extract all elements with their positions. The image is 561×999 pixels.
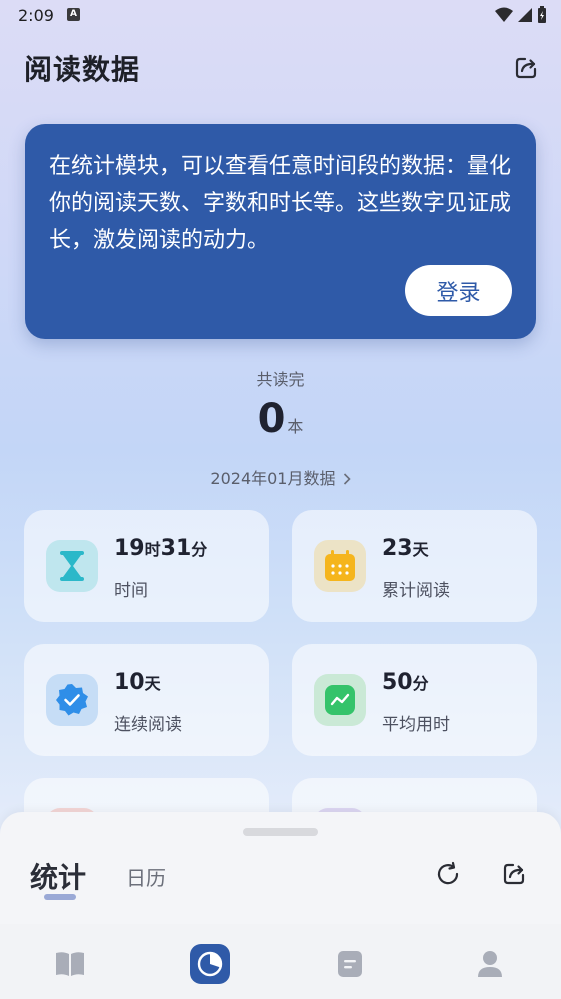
promo-card: 在统计模块，可以查看任意时间段的数据：量化你的阅读天数、字数和时长等。这些数字见… <box>25 124 536 339</box>
login-button[interactable]: 登录 <box>405 265 512 316</box>
stat-consecutive-label: 连续阅读 <box>114 715 182 735</box>
tab-calendar[interactable]: 日历 <box>126 862 166 891</box>
hourglass-icon-wrap <box>46 540 98 592</box>
book-icon <box>56 952 84 976</box>
trend-icon <box>325 685 355 715</box>
stats-pie-icon <box>190 944 230 984</box>
notification-a-icon: A <box>67 8 80 21</box>
note-icon <box>338 951 362 977</box>
stat-cumulative-label: 累计阅读 <box>382 581 450 601</box>
sheet-share-button[interactable] <box>498 858 530 890</box>
total-read-number: 0 <box>257 396 286 442</box>
stat-average-value: 50分 <box>382 670 429 695</box>
nav-notes[interactable] <box>330 944 370 984</box>
trend-icon-wrap <box>314 674 366 726</box>
month-data-link[interactable]: 2024年01月数据 <box>0 465 561 489</box>
status-bar: 2:09 A <box>0 0 561 32</box>
total-read-count: 0本 <box>0 396 561 442</box>
stat-card-average-time[interactable]: 50分 平均用时 <box>292 644 537 756</box>
tab-stats[interactable]: 统计 <box>30 856 86 896</box>
status-time: 2:09 <box>18 6 54 25</box>
signal-icon <box>518 8 532 22</box>
share-button[interactable] <box>510 52 542 84</box>
stat-consecutive-value: 10天 <box>114 670 161 695</box>
calendar-icon <box>325 550 355 581</box>
share-icon <box>503 863 525 885</box>
badge-check-icon-wrap <box>46 674 98 726</box>
stat-average-label: 平均用时 <box>382 715 450 735</box>
bottom-nav <box>0 924 561 999</box>
refresh-button[interactable] <box>432 858 464 890</box>
month-data-label: 2024年01月数据 <box>210 469 336 488</box>
drag-handle[interactable] <box>243 828 318 836</box>
stat-card-time[interactable]: 19时31分 时间 <box>24 510 269 622</box>
profile-icon <box>478 951 502 977</box>
chevron-right-icon <box>343 473 351 485</box>
nav-profile[interactable] <box>470 944 510 984</box>
page-title: 阅读数据 <box>24 53 141 86</box>
stat-time-label: 时间 <box>114 581 148 601</box>
refresh-icon <box>437 861 459 885</box>
stat-time-value: 19时31分 <box>114 536 208 561</box>
badge-check-icon <box>56 684 88 716</box>
total-read-label: 共读完 <box>256 370 305 389</box>
battery-icon <box>538 6 546 23</box>
nav-stats[interactable] <box>190 944 230 984</box>
calendar-icon-wrap <box>314 540 366 592</box>
wifi-icon <box>495 7 513 22</box>
promo-text: 在统计模块，可以查看任意时间段的数据：量化你的阅读天数、字数和时长等。这些数字见… <box>49 154 512 253</box>
stat-cumulative-value: 23天 <box>382 536 429 561</box>
share-icon <box>515 57 537 79</box>
stat-card-consecutive-days[interactable]: 10天 连续阅读 <box>24 644 269 756</box>
total-read-unit: 本 <box>287 417 304 436</box>
tab-active-indicator <box>44 894 76 900</box>
bottom-sheet: 统计 日历 <box>0 812 561 924</box>
nav-bookshelf[interactable] <box>50 944 90 984</box>
status-icons <box>495 6 547 24</box>
stat-card-cumulative-days[interactable]: 23天 累计阅读 <box>292 510 537 622</box>
hourglass-icon <box>60 551 84 581</box>
